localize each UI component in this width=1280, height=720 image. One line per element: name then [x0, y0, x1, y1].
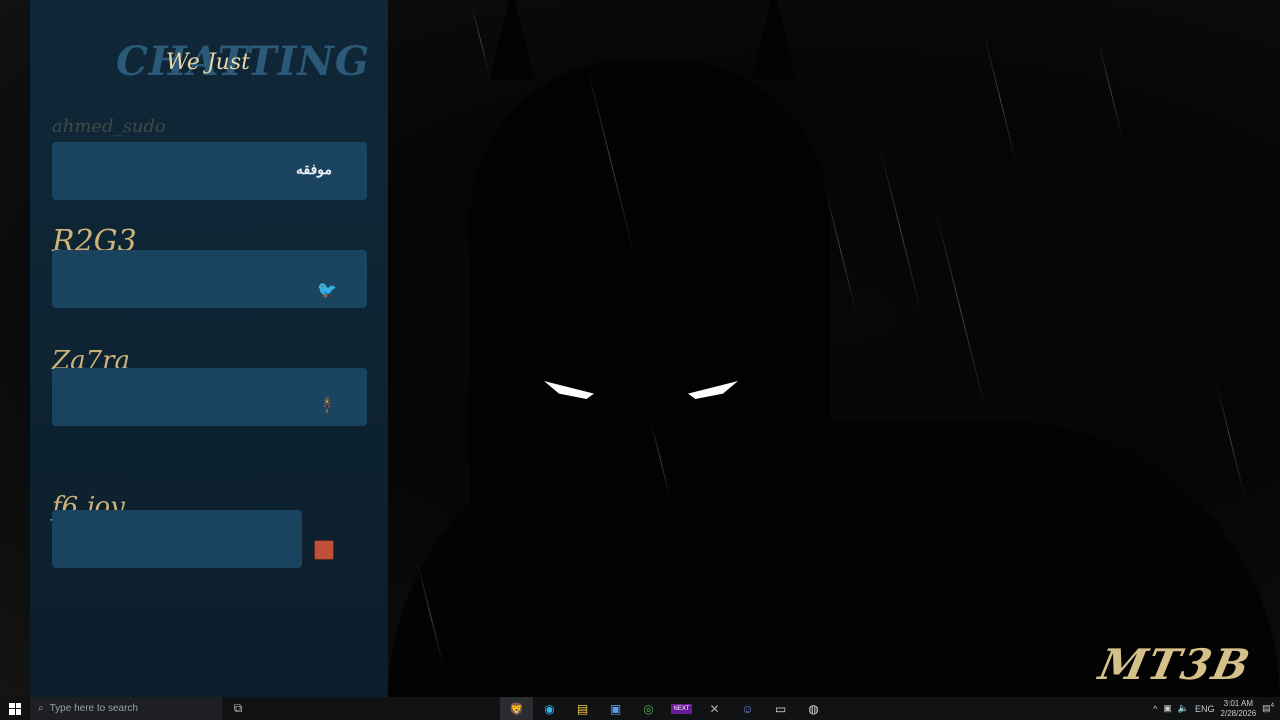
- taskbar-app-generic[interactable]: ✕: [698, 697, 731, 720]
- taskbar-apps: 🦁 ◉ ▤ ▣ ◎ NEXT ✕ ☺ ▭ ◍: [500, 697, 830, 720]
- app-icon: ✕: [709, 701, 720, 716]
- chat-emote: 🐦: [317, 282, 337, 299]
- panel-subtitle: We Just: [166, 50, 250, 75]
- taskbar-app-edge[interactable]: ◉: [533, 697, 566, 720]
- wallpaper-head: [470, 60, 830, 620]
- wallpaper-brand-logo: MT3B: [1094, 640, 1256, 689]
- chevron-up-icon[interactable]: ^: [1153, 704, 1157, 714]
- chat-emote: 🕴: [317, 398, 337, 415]
- rain-streak: [933, 203, 988, 417]
- start-button[interactable]: [0, 697, 30, 720]
- edge-icon: ◉: [544, 701, 555, 716]
- taskbar-app-next[interactable]: NEXT: [665, 697, 698, 720]
- chrome-icon: ◎: [643, 701, 654, 716]
- taskbar-app-notepad[interactable]: ▭: [764, 697, 797, 720]
- notification-count: 4: [1270, 703, 1274, 709]
- taskbar-search-box[interactable]: ⌕ Type here to search: [30, 697, 222, 720]
- obs-icon: ◍: [808, 701, 819, 716]
- taskbar-app-brave[interactable]: 🦁: [500, 697, 533, 720]
- brave-icon: 🦁: [509, 701, 524, 716]
- network-icon[interactable]: ▣: [1163, 703, 1172, 714]
- language-indicator[interactable]: ENG: [1195, 704, 1215, 714]
- taskbar-app-explorer[interactable]: ▤: [566, 697, 599, 720]
- taskbar-app-discord[interactable]: ☺: [731, 697, 764, 720]
- taskbar-app-chrome[interactable]: ◎: [632, 697, 665, 720]
- wallpaper-ear-right: [752, 0, 796, 80]
- chat-overlay-panel: CHATTING We Just ahmed_sudo موفقه R2G3 🐦…: [30, 0, 388, 697]
- notification-icon[interactable]: ▤4: [1262, 703, 1274, 714]
- rain-streak: [878, 142, 923, 318]
- rain-streak: [983, 31, 1018, 169]
- chat-bubble: [52, 510, 302, 568]
- discord-icon: ☺: [741, 701, 754, 716]
- search-icon: ⌕: [38, 703, 44, 714]
- taskbar: ⌕ Type here to search ⧉ 🦁 ◉ ▤ ▣ ◎ NEXT ✕…: [0, 697, 1280, 720]
- clock-date: 2/28/2026: [1220, 708, 1257, 718]
- system-clock[interactable]: 3:01 AM 2/28/2026: [1221, 699, 1257, 719]
- wallpaper-ear-left: [490, 0, 534, 80]
- system-tray: ^ ▣ 🔈 ENG 3:01 AM 2/28/2026 ▤4: [1153, 697, 1274, 720]
- chat-emote-avatar: [314, 540, 334, 560]
- rain-streak: [1097, 41, 1124, 139]
- store-icon: ▣: [609, 701, 622, 716]
- task-view-button[interactable]: ⧉: [222, 697, 254, 720]
- taskbar-app-obs[interactable]: ◍: [797, 697, 830, 720]
- search-placeholder: Type here to search: [49, 703, 138, 714]
- volume-icon[interactable]: 🔈: [1178, 703, 1189, 714]
- clock-time: 3:01 AM: [1223, 698, 1254, 708]
- notepad-icon: ▭: [774, 701, 787, 716]
- chat-message-text: موفقه: [296, 161, 333, 177]
- rain-streak: [1215, 381, 1246, 499]
- task-view-icon: ⧉: [233, 701, 243, 715]
- file-explorer-icon: ▤: [576, 701, 589, 716]
- rain-streak: [470, 1, 491, 79]
- faded-username: ahmed_sudo: [52, 116, 166, 137]
- windows-icon: [9, 702, 21, 715]
- taskbar-app-store[interactable]: ▣: [599, 697, 632, 720]
- next-icon: NEXT: [671, 703, 692, 714]
